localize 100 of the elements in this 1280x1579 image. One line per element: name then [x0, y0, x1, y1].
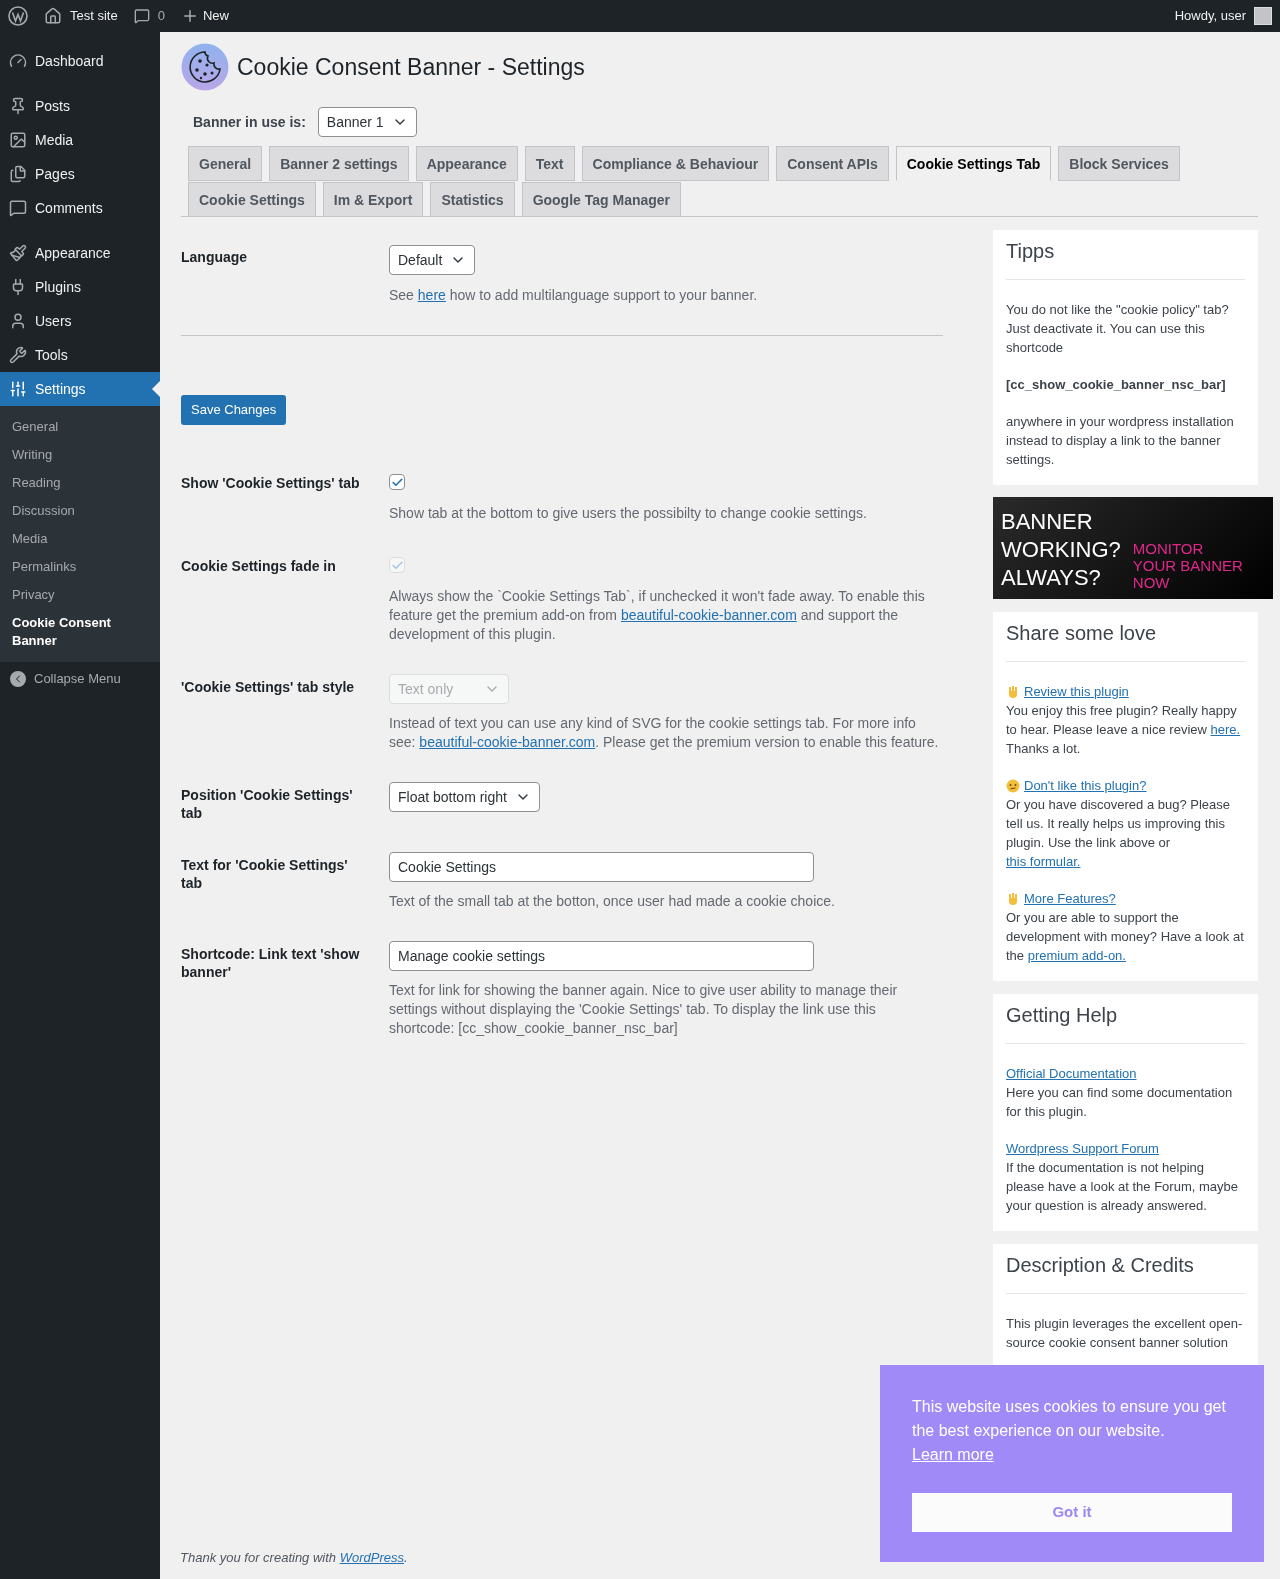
current-pointer: [152, 381, 160, 397]
submenu-item[interactable]: General: [0, 413, 160, 441]
submenu-item[interactable]: Permalinks: [0, 553, 160, 581]
nav-tab[interactable]: Text: [524, 146, 575, 181]
nav-tab[interactable]: Compliance & Behaviour: [581, 146, 770, 181]
nav-tab[interactable]: Block Services: [1058, 146, 1180, 181]
link[interactable]: here: [417, 287, 446, 303]
comments-link[interactable]: 0: [133, 6, 165, 26]
logo-icon: [8, 6, 28, 26]
card-text: If the documentation is not helping please have a look at the Forum, maybe your question is already answered.: [1006, 1159, 1239, 1215]
site-link[interactable]: Test site: [44, 6, 118, 26]
submenu-item[interactable]: Privacy: [0, 581, 160, 609]
menu-item[interactable]: Appearance: [0, 236, 160, 270]
link[interactable]: Official Documentation: [1006, 1066, 1137, 1081]
field-label: Shortcode: Link text 'show banner': [181, 945, 361, 982]
field-description: See here how to add multilanguage support to your banner.: [389, 286, 759, 305]
link[interactable]: premium add-on.: [1027, 948, 1126, 963]
field-label: 'Cookie Settings' tab style: [181, 678, 356, 697]
field-description: Instead of text you can use any kind of SVG for the cookie settings tab. For more info see: beautiful-cookie-banner.com. Please get the premium version to enable this feature.: [389, 714, 940, 752]
field-label: Language: [181, 248, 249, 267]
menu-item[interactable]: Comments: [0, 191, 160, 225]
image-icon: [9, 131, 27, 149]
link[interactable]: Review this plugin: [1024, 682, 1129, 701]
nav-tab[interactable]: General: [188, 146, 263, 181]
submenu-item[interactable]: Cookie Consent Banner: [0, 609, 160, 655]
card-title: Tipps: [1006, 242, 1245, 280]
submenu-item[interactable]: Media: [0, 525, 160, 553]
card-title: Description & Credits: [1006, 1256, 1245, 1294]
card-title: Getting Help: [1006, 1006, 1245, 1044]
submenu-item[interactable]: Writing: [0, 441, 160, 469]
comment-icon: [133, 8, 150, 24]
account-menu[interactable]: Howdy, user: [1174, 6, 1272, 26]
paintbrush-icon: [9, 244, 27, 262]
speech-bubble-icon: [9, 199, 27, 217]
field-label: Text for 'Cookie Settings' tab: [181, 856, 349, 893]
hand-icon: [1006, 891, 1020, 906]
gauge-icon: [9, 52, 27, 70]
nav-tab[interactable]: Cookie Settings Tab: [895, 146, 1052, 181]
cookie-message: This website uses cookies to ensure you get the best experience on our website. Learn more: [912, 1397, 1227, 1465]
nav-tab[interactable]: Google Tag Manager: [521, 182, 682, 217]
menu-item[interactable]: Tools: [0, 338, 160, 372]
dropdown[interactable]: Default: [389, 245, 476, 275]
field-description: Always show the `Cookie Settings Tab`, if unchecked it won't fade away. To enable this feature get the premium add-on from beautiful-cookie-banner.com and support the development of this plugin.: [389, 587, 926, 644]
page-title: Cookie Consent Banner - Settings: [237, 52, 585, 82]
link[interactable]: Wordpress Support Forum: [1006, 1141, 1159, 1156]
field-description: Text for link for showing the banner again. Nice to give user ability to manage their settings without displaying the 'Cookie Settings' tab. To display the link use this shortcode: [cc_show_cookie_banner_nsc_bar]: [389, 981, 899, 1038]
menu-item[interactable]: Media: [0, 123, 160, 157]
menu-item[interactable]: Users: [0, 304, 160, 338]
menu-item[interactable]: Plugins: [0, 270, 160, 304]
link[interactable]: More Features?: [1024, 889, 1116, 908]
tip-text: You do not like the "cookie policy" tab? Just deactivate it. You can use this shortcode: [1006, 301, 1230, 357]
user-icon: [9, 312, 27, 330]
checkbox[interactable]: [389, 474, 405, 490]
card-text: Or you have discovered a bug? Please tell us. It really helps us improving this plugin. Use the link above or this formular.: [1006, 796, 1232, 871]
card-text: Here you can find some documentation for this plugin.: [1006, 1084, 1234, 1121]
dropdown[interactable]: Float bottom right: [389, 782, 540, 812]
link[interactable]: this formular.: [1006, 854, 1081, 869]
check-icon: [390, 558, 404, 572]
new-link[interactable]: New: [180, 6, 229, 26]
collapse-menu-button[interactable]: Collapse Menu: [0, 662, 160, 696]
hand-icon: [1006, 684, 1020, 699]
link[interactable]: WordPress: [339, 1549, 404, 1565]
tip-text: [cc_show_cookie_banner_nsc_bar]: [1006, 376, 1227, 394]
field-label: Banner in use is:: [193, 113, 306, 132]
sliders-icon: [9, 380, 27, 398]
dropdown[interactable]: Banner 1: [317, 107, 417, 137]
nav-tab[interactable]: Appearance: [415, 146, 518, 181]
link[interactable]: here.: [1210, 722, 1241, 737]
submenu-item[interactable]: Reading: [0, 469, 160, 497]
save-button[interactable]: Save Changes: [181, 395, 287, 425]
card-text: Or you are able to support the development with money? Have a look at the premium add-on.: [1006, 909, 1245, 965]
face-icon: [1006, 778, 1020, 793]
nav-tab[interactable]: Cookie Settings: [188, 182, 316, 217]
field-label: Show 'Cookie Settings' tab: [181, 474, 361, 493]
text-input[interactable]: Manage cookie settings: [389, 941, 814, 971]
pin-icon: [9, 97, 27, 115]
menu-item[interactable]: Dashboard: [0, 44, 160, 78]
nav-tab[interactable]: Im & Export: [322, 182, 424, 217]
text-input[interactable]: Cookie Settings: [389, 852, 814, 882]
footer-text: Thank you for creating with WordPress.: [180, 1548, 408, 1567]
cookie-logo-icon: [181, 43, 229, 91]
home-icon: [44, 7, 62, 25]
ad-call-to-action: MONITOR YOUR BANNER NOW: [1132, 539, 1243, 591]
avatar: [1254, 7, 1272, 25]
submenu-item[interactable]: Discussion: [0, 497, 160, 525]
nav-tab[interactable]: Consent APIs: [776, 146, 889, 181]
ad-headline: BANNER WORKING? ALWAYS?: [1001, 508, 1121, 592]
card-text: This plugin leverages the excellent open-source cookie consent banner solution: [1006, 1315, 1244, 1352]
field-description: Text of the small tab at the botton, once user had made a cookie choice.: [389, 892, 836, 911]
menu-item[interactable]: Settings: [0, 372, 160, 406]
field-description: Show tab at the bottom to give users the possibilty to change cookie settings.: [389, 504, 868, 523]
learn-more-link[interactable]: Learn more: [912, 1446, 994, 1463]
card-title: Share some love: [1006, 624, 1245, 662]
nav-tab[interactable]: Banner 2 settings: [269, 146, 409, 181]
got-it-button[interactable]: Got it: [912, 1493, 1232, 1532]
link[interactable]: Don't like this plugin?: [1024, 776, 1147, 795]
menu-item[interactable]: Posts: [0, 89, 160, 123]
nav-tab[interactable]: Statistics: [430, 182, 515, 217]
card-text: You enjoy this free plugin? Really happy to hear. Please leave a nice review here. Thanks a lot.: [1006, 702, 1242, 758]
menu-item[interactable]: Pages: [0, 157, 160, 191]
